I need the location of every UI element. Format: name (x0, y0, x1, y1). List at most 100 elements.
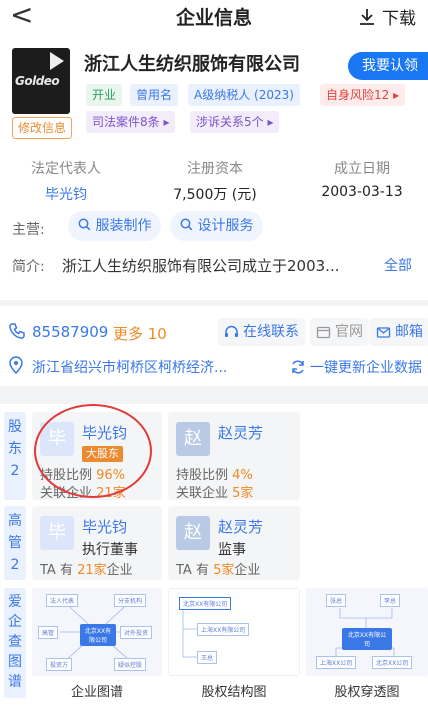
update-data-button[interactable]: 一键更新企业数据 (290, 357, 422, 377)
enterprise-graph-label[interactable]: 企业图谱 (32, 681, 162, 700)
share-ratio-line: 持股比例 4% (176, 464, 253, 483)
side-char: 东 (8, 441, 22, 457)
shareholder-name[interactable]: 赵灵芳 (218, 422, 263, 443)
logo-text: Goldeo (15, 74, 60, 88)
equity-penetration-thumb[interactable]: 张总 李总 北京XX有限公司 上海XX公司 北京XX公司 (306, 588, 428, 676)
executive-card[interactable]: 赵 赵灵芳 监事 TA 有 5家企业 (168, 506, 300, 580)
companies-prefix: TA 有 (40, 563, 73, 578)
legal-rep-stat: 法定代表人 毕光钧 (18, 158, 114, 204)
side-char: 企 (8, 614, 22, 630)
legal-rep-label: 法定代表人 (31, 161, 101, 177)
side-char: 股 (8, 419, 22, 435)
tag-status: 开业 (86, 84, 123, 106)
location-icon (9, 356, 23, 374)
business-chip-apparel[interactable]: 服装制作 (68, 211, 162, 241)
legal-rep-value[interactable]: 毕光钧 (18, 184, 114, 204)
graphs-tab[interactable]: 爱 企 查 图 谱 (4, 588, 26, 698)
website-label: 官网 (335, 324, 363, 340)
tag-litigation[interactable]: 涉诉关系5个 ▸ (190, 111, 280, 133)
side-char: 爱 (8, 594, 22, 610)
online-contact-button[interactable]: 在线联系 (218, 318, 305, 346)
intro-text: 浙江人生纺织服饰有限公司成立于2003... (62, 257, 340, 275)
business-chip-design[interactable]: 设计服务 (170, 211, 264, 241)
tag-risk[interactable]: 自身风险12 ▸ (320, 84, 406, 106)
executive-role: 监事 (218, 542, 246, 558)
address-text[interactable]: 浙江省绍兴市柯桥区柯桥经济... (32, 357, 227, 377)
structure-root: 北京XX有限公司 (179, 597, 232, 610)
penetration-node: 北京XX公司 (372, 656, 413, 669)
executive-name[interactable]: 毕光钧 (82, 516, 127, 537)
companies-suffix: 企业 (234, 563, 261, 578)
related-value: 5家 (232, 486, 254, 501)
equity-structure-label[interactable]: 股权结构图 (168, 681, 300, 700)
executive-card[interactable]: 毕 毕光钧 执行董事 TA 有 21家企业 (32, 506, 162, 580)
executives-tab[interactable]: 高 管 2 (4, 506, 26, 580)
search-icon (180, 218, 193, 231)
claim-button[interactable]: 我要认领 (348, 52, 428, 80)
executive-name[interactable]: 赵灵芳 (218, 516, 263, 537)
graph-node: 高管 (38, 626, 59, 639)
side-char: 2 (10, 557, 20, 573)
business-chip-label: 服装制作 (95, 218, 152, 234)
play-icon (50, 52, 64, 70)
side-char: 查 (8, 634, 22, 650)
intro-all-link[interactable]: 全部 (384, 255, 412, 275)
penetration-node: 张总 (326, 594, 347, 607)
avatar: 赵 (176, 516, 210, 550)
edit-info-button[interactable]: 修改信息 (12, 117, 73, 139)
companies-suffix: 企业 (106, 563, 133, 578)
side-char: 图 (8, 654, 22, 670)
enterprise-graph-thumb[interactable]: 法人代表 分支机构 高管 对外投资 投资方 疑似控股 北京XX有限公司 (32, 588, 162, 676)
share-ratio-value: 4% (232, 468, 253, 483)
avatar: 毕 (40, 516, 74, 550)
email-button[interactable]: 邮箱 (370, 318, 428, 346)
capital-stat: 注册资本 7,500万 (元) (160, 158, 270, 204)
share-ratio-label: 持股比例 (176, 468, 229, 483)
side-char: 管 (8, 535, 22, 551)
capital-label: 注册资本 (187, 161, 243, 177)
founded-label: 成立日期 (334, 161, 390, 177)
graph-node: 法人代表 (46, 594, 79, 607)
download-icon (360, 8, 374, 25)
business-label: 主营: (12, 222, 45, 238)
tag-former-name[interactable]: 曾用名 (130, 84, 179, 106)
search-icon (78, 218, 91, 231)
companies-count: 21家 (77, 563, 107, 578)
founded-stat: 成立日期 2003-03-13 (306, 158, 418, 200)
tag-judicial[interactable]: 司法案件8条 ▸ (86, 111, 176, 133)
side-char: 2 (10, 463, 20, 479)
graph-node: 分支机构 (114, 594, 147, 607)
business-chip-label: 设计服务 (197, 218, 254, 234)
download-button[interactable]: 下载 (358, 4, 416, 29)
side-char: 谱 (8, 674, 22, 690)
highlight-circle (34, 404, 152, 498)
equity-penetration-label[interactable]: 股权穿透图 (306, 681, 428, 700)
website-button[interactable]: 官网 (310, 318, 369, 346)
structure-row: 王总 (197, 651, 218, 664)
top-bar: < 企业信息 下载 (0, 0, 428, 34)
company-name: 浙江人生纺织服饰有限公司 (84, 54, 300, 75)
related-label: 关联企业 (176, 486, 229, 501)
intro-label: 简介: (12, 259, 45, 275)
more-phones-link[interactable]: 更多 10 (113, 323, 167, 344)
equity-structure-thumb[interactable]: 北京XX有限公司 上海XX有限公司 王总 (168, 588, 300, 676)
companies-prefix: TA 有 (176, 563, 209, 578)
tag-taxpayer[interactable]: A级纳税人 (2023) (188, 84, 300, 106)
online-contact-label: 在线联系 (243, 324, 299, 340)
shareholders-tab[interactable]: 股 东 2 (4, 412, 26, 500)
phone-number[interactable]: 85587909 (32, 323, 108, 341)
side-char: 高 (8, 513, 22, 529)
company-logo: Goldeo (12, 48, 70, 114)
related-line: 关联企业 5家 (176, 482, 253, 501)
founded-value: 2003-03-13 (321, 184, 403, 200)
companies-count: 5家 (213, 563, 235, 578)
avatar: 赵 (176, 422, 210, 456)
phone-icon (9, 323, 25, 339)
penetration-node: 上海XX公司 (316, 656, 357, 669)
shareholder-card[interactable]: 赵 赵灵芳 持股比例 4% 关联企业 5家 (168, 412, 300, 501)
download-label: 下载 (382, 9, 416, 29)
capital-value: 7,500万 (元) (173, 187, 257, 203)
executive-companies: TA 有 5家企业 (176, 559, 260, 578)
email-label: 邮箱 (395, 324, 423, 340)
executive-companies: TA 有 21家企业 (40, 559, 133, 578)
